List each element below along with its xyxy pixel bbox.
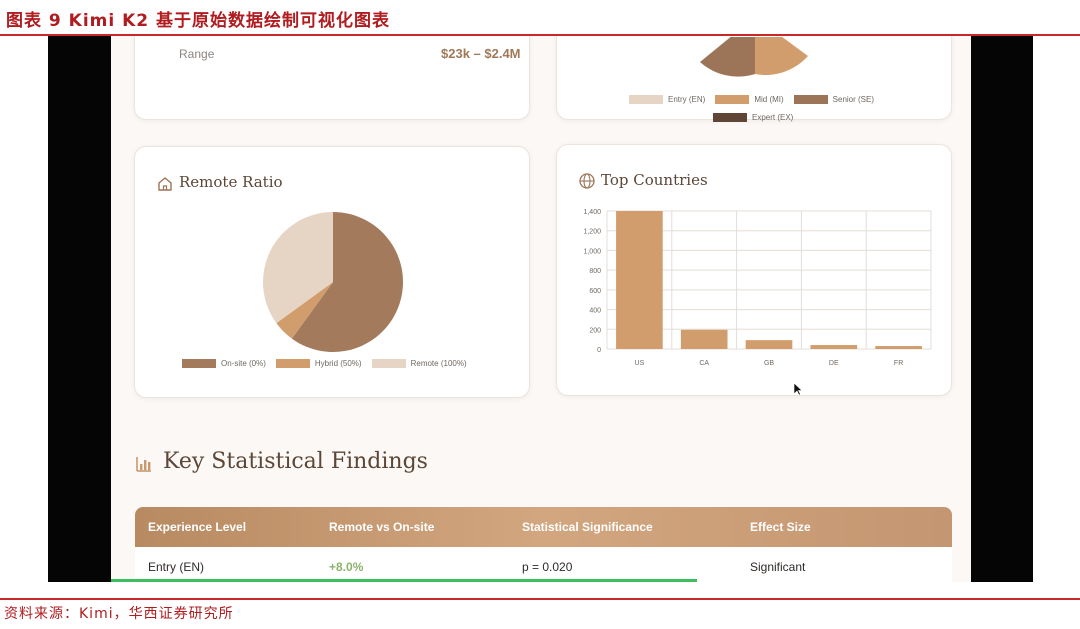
cell-effect-size: Significant [750, 560, 806, 574]
figure-source: 资料来源：Kimi，华西证券研究所 [4, 606, 234, 622]
x-tick-label: FR [894, 360, 903, 367]
x-tick-label: CA [699, 360, 709, 367]
top-countries-bar-chart: 1,400 1,200 1,000 800 600 400 200 0 US CA GB DE FR [583, 209, 932, 367]
legend-remote-swatch [371, 359, 406, 368]
experience-legend-row2: Expert (EX) [713, 113, 803, 122]
findings-table-header: Experience Level Remote vs On-site Stati… [135, 507, 952, 547]
legend-hybrid-swatch [275, 359, 310, 368]
y-tick-label: 400 [589, 308, 601, 315]
experience-pie-slice-senior [700, 37, 755, 77]
mouse-cursor-icon [793, 382, 803, 396]
legend-expert: Expert (EX) [713, 113, 793, 122]
bar-CA [680, 329, 728, 349]
app-screen: Range $23k – $2.4M Entry (EN) Mid (MI) S… [111, 36, 971, 582]
y-tick-label: 600 [589, 288, 601, 295]
legend-mid-swatch [715, 95, 750, 104]
y-tick-label: 200 [589, 327, 601, 334]
y-tick-label: 1,400 [583, 209, 601, 216]
legend-onsite-label: On-site (0%) [221, 359, 266, 368]
range-label: Range [179, 47, 215, 61]
legend-entry-swatch [629, 95, 663, 104]
remote-ratio-title: Remote Ratio [179, 173, 283, 191]
salary-card: Range $23k – $2.4M [134, 36, 530, 120]
figure-title: 图表 9 Kimi K2 基于原始数据绘制可视化图表 [6, 11, 391, 31]
globe-icon [579, 173, 595, 189]
experience-pie [700, 37, 808, 77]
remote-ratio-pie [263, 212, 403, 352]
legend-senior-label: Senior (SE) [832, 95, 875, 104]
section-title: Key Statistical Findings [163, 449, 428, 474]
legend-expert-label: Expert (EX) [752, 113, 794, 122]
bar-chart-icon [136, 457, 151, 472]
remote-ratio-card: Remote Ratio On-site (0%) Hybrid (50%) R… [134, 146, 530, 398]
y-tick-label: 800 [589, 268, 601, 275]
legend-onsite: On-site (0%) [182, 359, 266, 368]
col-experience-level[interactable]: Experience Level [148, 520, 246, 534]
legend-hybrid-label: Hybrid (50%) [314, 359, 362, 368]
video-progress-bar[interactable] [111, 579, 697, 582]
y-tick-label: 1,200 [583, 229, 601, 236]
experience-card: Entry (EN) Mid (MI) Senior (SE) Expert (… [556, 36, 952, 122]
range-value: $23k – $2.4M [441, 46, 521, 61]
legend-mid: Mid (MI) [715, 95, 784, 104]
x-tick-label: GB [764, 360, 774, 367]
top-countries-title: Top Countries [601, 171, 708, 189]
y-tick-label: 0 [597, 347, 601, 354]
experience-legend: Entry (EN) Mid (MI) Senior (SE) [629, 95, 884, 104]
bar-FR [875, 346, 922, 349]
bar-GB [745, 340, 793, 349]
table-row: Entry (EN) +8.0% p = 0.020 Significant [135, 547, 952, 582]
legend-remote-label: Remote (100%) [410, 359, 467, 368]
col-statistical-significance[interactable]: Statistical Significance [522, 520, 653, 534]
legend-senior: Senior (SE) [793, 95, 875, 104]
legend-onsite-swatch [182, 359, 216, 368]
legend-entry: Entry (EN) [629, 95, 705, 104]
bottom-rule [0, 598, 1080, 600]
legend-senior-swatch [793, 95, 828, 104]
col-effect-size[interactable]: Effect Size [750, 520, 811, 534]
legend-expert-swatch [713, 113, 747, 122]
bar-US [616, 211, 663, 349]
cell-experience: Entry (EN) [148, 560, 205, 574]
col-remote-vs-onsite[interactable]: Remote vs On-site [329, 520, 434, 534]
x-tick-label: US [635, 360, 645, 367]
cell-remote-diff: +8.0% [329, 560, 364, 574]
bar-DE [810, 345, 858, 349]
legend-mid-label: Mid (MI) [754, 95, 784, 104]
x-tick-label: DE [829, 360, 839, 367]
cell-significance: p = 0.020 [522, 560, 573, 574]
experience-pie-slice-mid [755, 37, 808, 75]
remote-ratio-legend: On-site (0%) Hybrid (50%) Remote (100%) [182, 359, 477, 368]
legend-hybrid: Hybrid (50%) [275, 359, 362, 368]
home-icon [158, 177, 172, 191]
y-tick-label: 1,000 [583, 248, 601, 255]
legend-remote: Remote (100%) [371, 359, 467, 368]
legend-entry-label: Entry (EN) [668, 95, 706, 104]
top-countries-card: Top Countries 1,400 1,200 1,000 800 600 400 20… [556, 144, 952, 396]
